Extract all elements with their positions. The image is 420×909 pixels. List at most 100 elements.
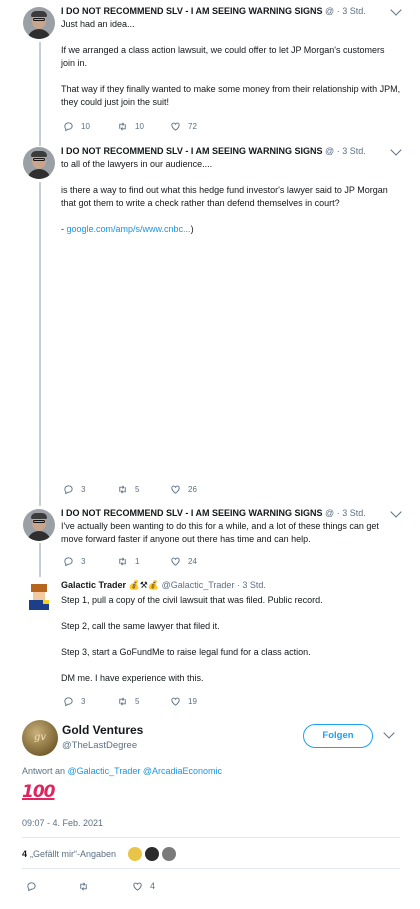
reply-button[interactable]: 10 — [63, 119, 90, 133]
tweet-time[interactable]: 3 Std. — [342, 146, 366, 156]
tweet-paragraph: to all of the lawyers in our audience...… — [61, 159, 213, 169]
mention-link[interactable]: @Galactic_Trader — [68, 766, 141, 776]
tweet-paragraph: Step 1, pull a copy of the civil lawsuit… — [61, 595, 323, 605]
reply-button[interactable]: 3 — [63, 694, 85, 708]
tweet-paragraph: If we arranged a class action lawsuit, w… — [61, 45, 385, 68]
avatar[interactable]: gv — [22, 720, 58, 756]
like-button[interactable]: 72 — [170, 119, 197, 133]
reply-count: 3 — [81, 556, 86, 566]
tweet-paragraph: Step 2, call the same lawyer that filed … — [61, 621, 220, 631]
chevron-down-icon[interactable] — [390, 4, 402, 16]
reply-icon — [63, 556, 74, 567]
tweet-paragraph: Just had an idea... — [61, 19, 135, 29]
retweet-icon — [117, 484, 128, 495]
avatar[interactable] — [162, 847, 177, 861]
heart-icon — [170, 556, 181, 567]
heart-icon — [170, 696, 181, 707]
avatar[interactable] — [23, 7, 55, 39]
like-button[interactable]: 4 — [132, 879, 155, 893]
tweet[interactable]: Galactic Trader 💰⚒💰 @Galactic_Trader · 3… — [0, 574, 420, 710]
like-count: 4 — [150, 881, 156, 891]
chevron-down-icon[interactable] — [390, 144, 402, 156]
mention-link[interactable]: @ArcadiaEconomic — [143, 766, 222, 776]
retweet-button[interactable] — [78, 879, 89, 893]
chevron-down-icon[interactable] — [390, 506, 402, 518]
divider — [22, 837, 400, 838]
reply-context: Antwort an @Galactic_Trader @ArcadiaEcon… — [22, 766, 222, 776]
tweet-time[interactable]: 3 Std. — [342, 6, 366, 16]
link-suffix: ) — [190, 224, 194, 234]
avatar[interactable] — [23, 509, 55, 541]
likes-count: 4 — [22, 849, 28, 859]
tweet-header: I DO NOT RECOMMEND SLV - I AM SEEING WAR… — [61, 146, 366, 156]
reply-icon — [63, 484, 74, 495]
avatar[interactable] — [128, 847, 143, 861]
tweet-text: to all of the lawyers in our audience...… — [61, 158, 401, 236]
tweet-actions: 4 — [22, 879, 400, 893]
tweet-paragraph: DM me. I have experience with this. — [61, 673, 204, 683]
reply-count: 3 — [81, 484, 86, 494]
article-link[interactable]: google.com/amp/s/www.cnbc... — [67, 224, 191, 234]
tweet-timestamp[interactable]: 09:07 - 4. Feb. 2021 — [22, 818, 103, 828]
tweet-header: I DO NOT RECOMMEND SLV - I AM SEEING WAR… — [61, 508, 366, 518]
reply-icon — [26, 881, 37, 892]
tweet-link-line: - google.com/amp/s/www.cnbc...) — [61, 223, 401, 236]
retweet-button[interactable]: 1 — [117, 554, 139, 568]
tweet-header: Galactic Trader 💰⚒💰 @Galactic_Trader · 3… — [61, 580, 266, 591]
author-name[interactable]: Galactic Trader — [61, 580, 126, 590]
author-name[interactable]: Gold Ventures — [62, 723, 143, 737]
reply-prefix: Antwort an — [22, 766, 68, 776]
avatar[interactable] — [145, 847, 160, 861]
tweet-text: Just had an idea... If we arranged a cla… — [61, 18, 401, 109]
retweet-icon — [117, 121, 128, 132]
like-count: 72 — [188, 121, 197, 131]
author-handle[interactable]: @ — [325, 146, 334, 156]
like-count: 26 — [188, 484, 197, 494]
author-handle[interactable]: @ — [325, 6, 334, 16]
separator: · — [336, 146, 340, 156]
tweet-time[interactable]: 3 Std. — [342, 508, 366, 518]
retweet-button[interactable]: 10 — [117, 119, 144, 133]
focused-tweet-header: gv Gold Ventures @TheLastDegree Folgen — [0, 714, 420, 764]
like-button[interactable]: 19 — [170, 694, 197, 708]
tweet[interactable]: I DO NOT RECOMMEND SLV - I AM SEEING WAR… — [0, 0, 420, 140]
tweet-header: I DO NOT RECOMMEND SLV - I AM SEEING WAR… — [61, 6, 366, 16]
retweet-count: 10 — [135, 121, 144, 131]
like-button[interactable]: 26 — [170, 482, 197, 496]
retweet-count: 5 — [135, 484, 140, 494]
tweet[interactable]: I DO NOT RECOMMEND SLV - I AM SEEING WAR… — [0, 502, 420, 572]
retweet-icon — [117, 696, 128, 707]
retweet-count: 1 — [135, 556, 140, 566]
tweet-time[interactable]: 3 Std. — [242, 580, 266, 590]
avatar[interactable] — [23, 580, 55, 612]
reply-button[interactable]: 3 — [63, 554, 85, 568]
tweet-paragraph: That way if they finally wanted to make … — [61, 84, 401, 107]
chevron-down-icon[interactable] — [383, 727, 395, 739]
author-handle[interactable]: @ — [325, 508, 334, 518]
like-button[interactable]: 24 — [170, 554, 197, 568]
likes-label: „Gefällt mir“-Angaben — [30, 849, 117, 859]
tweet[interactable]: I DO NOT RECOMMEND SLV - I AM SEEING WAR… — [0, 140, 420, 502]
heart-icon — [132, 881, 143, 892]
follow-button[interactable]: Folgen — [303, 724, 373, 748]
separator: · — [236, 580, 240, 590]
retweet-count: 5 — [135, 696, 140, 706]
avatar[interactable] — [23, 147, 55, 179]
tweet-paragraph: Step 3, start a GoFundMe to raise legal … — [61, 647, 311, 657]
retweet-button[interactable]: 5 — [117, 694, 139, 708]
author-handle[interactable]: @TheLastDegree — [62, 740, 137, 751]
author-name[interactable]: I DO NOT RECOMMEND SLV - I AM SEEING WAR… — [61, 6, 323, 16]
reply-icon — [63, 696, 74, 707]
reply-button[interactable] — [26, 879, 37, 893]
likers-avatars — [128, 847, 177, 861]
likes-summary[interactable]: 4 „Gefällt mir“-Angaben — [22, 844, 177, 864]
reply-icon — [63, 121, 74, 132]
like-count: 24 — [188, 556, 197, 566]
like-count: 19 — [188, 696, 197, 706]
retweet-button[interactable]: 5 — [117, 482, 139, 496]
author-name[interactable]: I DO NOT RECOMMEND SLV - I AM SEEING WAR… — [61, 146, 323, 156]
author-handle[interactable]: @Galactic_Trader — [162, 580, 235, 590]
author-name[interactable]: I DO NOT RECOMMEND SLV - I AM SEEING WAR… — [61, 508, 323, 518]
retweet-icon — [78, 881, 89, 892]
reply-button[interactable]: 3 — [63, 482, 85, 496]
